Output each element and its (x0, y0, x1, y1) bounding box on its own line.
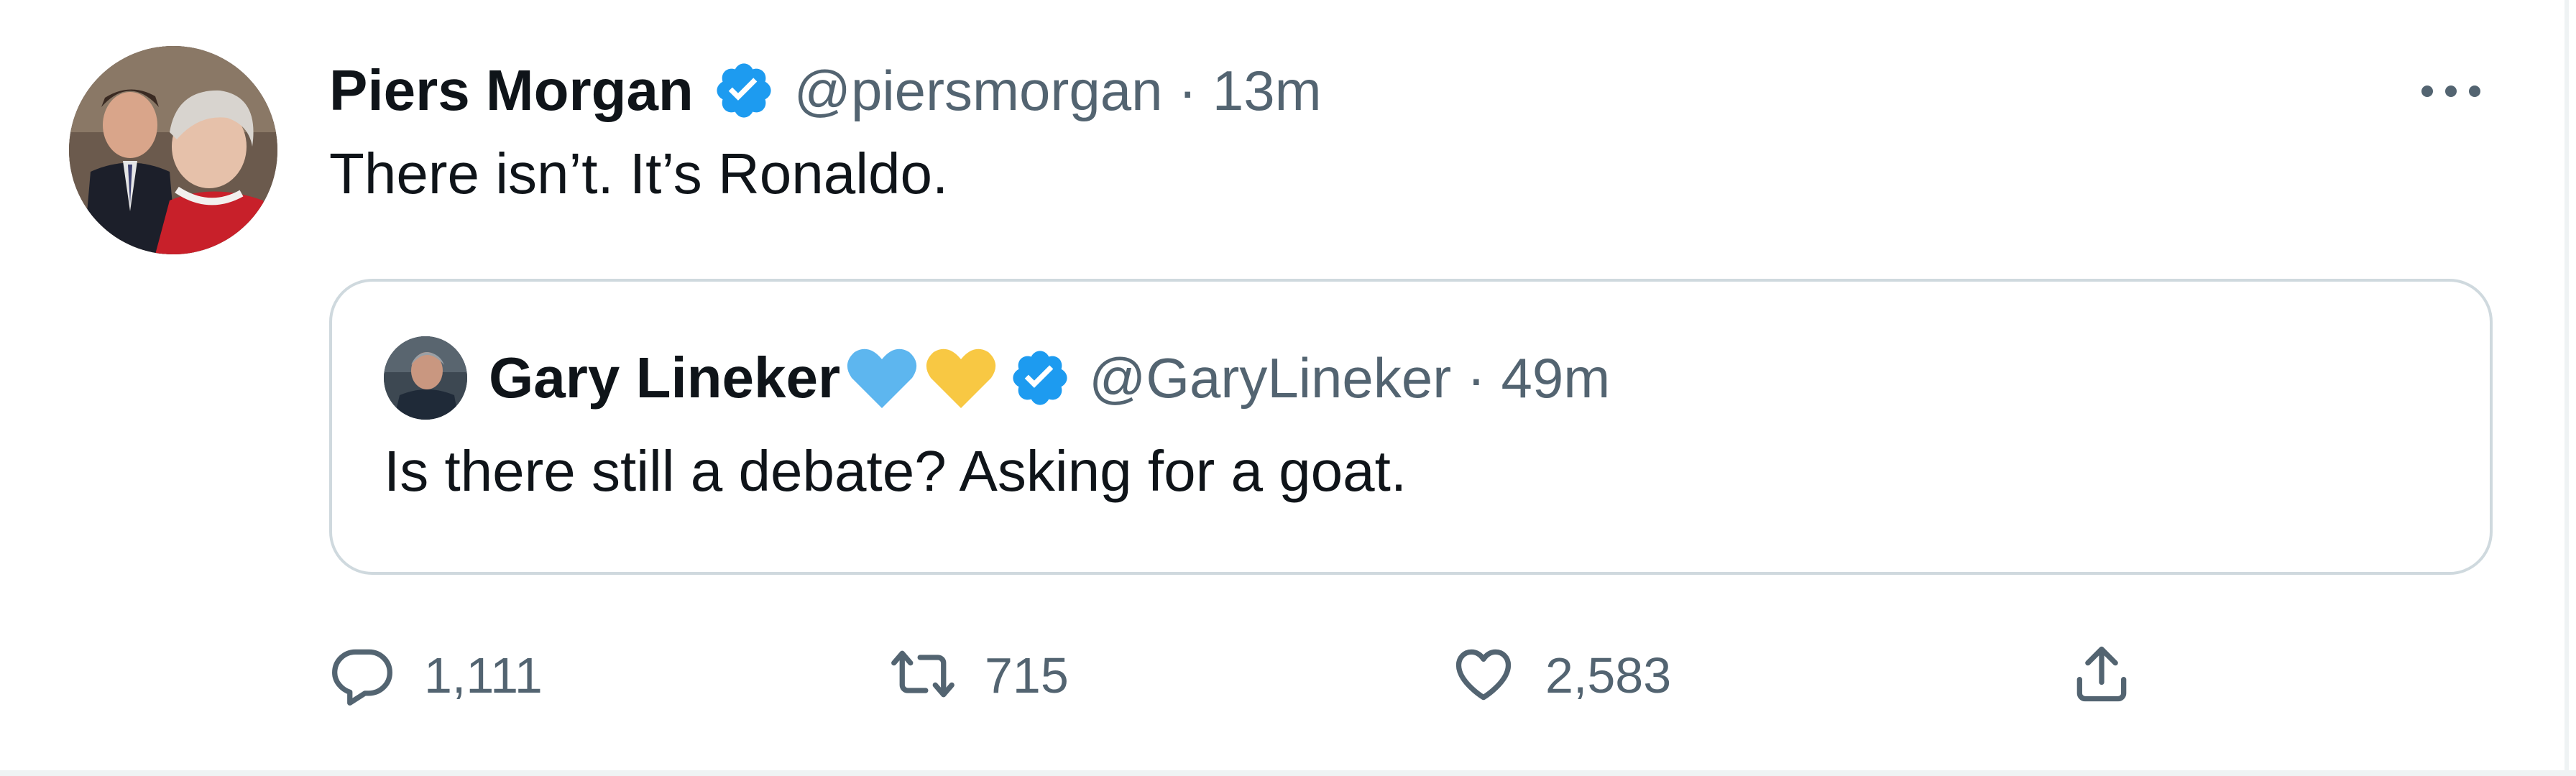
frame-edge (0, 770, 2576, 776)
quoted-tweet-time[interactable]: 49m (1501, 346, 1611, 411)
verified-badge-icon (1008, 346, 1072, 410)
retweet-icon (890, 641, 956, 711)
author-avatar[interactable] (69, 46, 277, 254)
heart-icon (1450, 641, 1517, 711)
author-handle[interactable]: @piersmorgan (794, 58, 1163, 124)
retweet-count: 715 (985, 647, 1069, 703)
frame-edge (2564, 0, 2569, 776)
quoted-tweet-text: Is there still a debate? Asking for a go… (384, 439, 1407, 503)
like-button[interactable]: 2,583 (1450, 632, 1671, 719)
share-icon (2069, 641, 2135, 711)
separator-dot: · (1178, 58, 1197, 122)
tweet-header: Piers Morgan @piersmorgan · 13m (329, 50, 1322, 131)
tweet-text: There isn’t. It’s Ronaldo. (329, 142, 949, 205)
more-options-icon[interactable] (2415, 66, 2487, 116)
tweet-card[interactable]: Piers Morgan @piersmorgan · 13m There is… (0, 0, 2576, 776)
quoted-author-name[interactable]: Gary Lineker (489, 345, 840, 411)
yellow-heart-emoji (924, 343, 998, 412)
quoted-tweet[interactable]: Gary Lineker @GaryLineker · 49m Is there… (329, 279, 2493, 575)
reply-icon (329, 641, 395, 711)
blue-heart-emoji (845, 343, 919, 412)
reply-count: 1,111 (424, 647, 543, 703)
tweet-time[interactable]: 13m (1213, 58, 1322, 124)
action-bar: 1,111 715 2,583 (329, 632, 2198, 719)
author-name[interactable]: Piers Morgan (329, 57, 694, 124)
quoted-author-avatar[interactable] (384, 336, 467, 420)
retweet-button[interactable]: 715 (890, 632, 1069, 719)
quoted-tweet-header: Gary Lineker @GaryLineker · 49m (489, 336, 1610, 420)
verified-badge-icon (712, 59, 776, 122)
like-count: 2,583 (1545, 647, 1672, 703)
quoted-author-handle[interactable]: @GaryLineker (1089, 346, 1451, 411)
reply-button[interactable]: 1,111 (329, 632, 543, 719)
separator-dot: · (1466, 346, 1486, 410)
share-button[interactable] (2069, 632, 2135, 719)
